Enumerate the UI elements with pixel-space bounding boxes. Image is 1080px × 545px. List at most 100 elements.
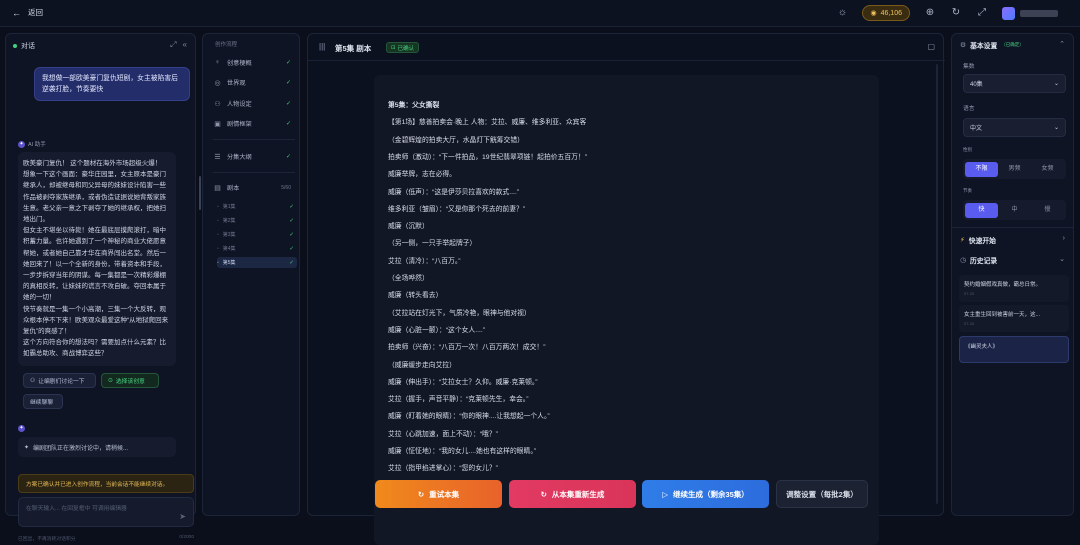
episode-heading: 第5集：父女撕裂 xyxy=(388,102,440,109)
fullscreen-icon[interactable]: ⤢ xyxy=(976,7,988,19)
step-world[interactable]: ◎ 世界观 ✓ xyxy=(213,75,295,90)
chevron-down-icon[interactable]: ⌄ xyxy=(1059,255,1065,263)
quick-start-label: 快速开始 xyxy=(968,238,996,245)
script-line: 艾拉（心跳加速，面上不动）：“哦？” xyxy=(388,430,498,438)
episode-label: 第1集 xyxy=(222,204,236,210)
add-icon[interactable]: ⊕ xyxy=(924,7,936,19)
regen-label: 从本集重新生成 xyxy=(551,489,605,499)
chat-input[interactable]: 在聊天输入... 在回复框中 可调用编辑器 ➤ xyxy=(18,497,194,527)
script-scrollbar[interactable] xyxy=(936,64,938,504)
history-title: 契约婚姻假戏真做，霸总日常。 xyxy=(964,282,1042,288)
script-line: 威廉（沉默） xyxy=(388,223,429,231)
select-label: 选择该创意 xyxy=(115,379,145,385)
script-line: （威廉缓步走向艾拉） xyxy=(388,361,456,369)
episodes-select[interactable]: 40集 ⌄ xyxy=(963,74,1066,93)
settings-icon: ⚙ xyxy=(960,42,967,49)
history-item[interactable]: 女主重生回到被害前一天，这... 07-20 xyxy=(959,305,1069,332)
adjust-settings-button[interactable]: 调整设置（每批2集） xyxy=(776,480,868,508)
episode-item[interactable]: ▫ 第3集 ✓ xyxy=(217,229,297,240)
document-icon: ▫ xyxy=(217,245,219,252)
script-document: 第5集：父女撕裂 【第1场】慈善拍卖会·晚上 人物：艾拉、威廉、维多利亚、众宾客 （… xyxy=(374,75,879,545)
theme-toggle-icon[interactable]: ☼ xyxy=(836,7,848,19)
bot-label: ✦ AI 助手 xyxy=(18,140,46,148)
check-icon: ✓ xyxy=(285,121,291,127)
discuss-label: 让编剧们讨论一下 xyxy=(38,379,85,385)
script-count: 5/60 xyxy=(281,184,291,191)
episode-item[interactable]: ▫ 第4集 ✓ xyxy=(217,243,297,254)
history-item[interactable]: 契约婚姻假戏真做，霸总日常。 07-20 xyxy=(959,275,1069,302)
continue-generate-button[interactable]: ▷ 继续生成（剩余35集） xyxy=(642,480,769,508)
document-icon: ▫ xyxy=(217,259,219,266)
user-message: 我想做一部欧美豪门复仇短剧，女主被陷害后逆袭打脸，节奏要快 xyxy=(34,67,190,101)
coin-balance[interactable]: ◉ 46,106 xyxy=(862,5,910,21)
episode-item[interactable]: ▫ 第1集 ✓ xyxy=(217,201,297,212)
script-line: 威廉（转头看去） xyxy=(388,292,443,300)
step-idea[interactable]: ♀ 创意梗概 ✓ xyxy=(213,55,295,70)
export-icon[interactable]: ▢ xyxy=(927,42,935,51)
script-line: 威廉（心脏一颤）：“这个女人....” xyxy=(388,326,486,334)
back-label: 返回 xyxy=(28,8,43,17)
footer-note: 已回显，不再消耗对话积分 xyxy=(18,537,76,542)
language-select[interactable]: 中文 ⌄ xyxy=(963,118,1066,137)
refresh-icon[interactable]: ↻ xyxy=(950,7,962,19)
episode-label: 第4集 xyxy=(222,246,236,252)
script-line: 威廉（低声）：“这是伊莎贝拉喜欢的款式....” xyxy=(388,188,520,196)
adjust-label: 调整设置（每批2集） xyxy=(786,489,858,499)
episode-item[interactable]: ▫ 第2集 ✓ xyxy=(217,215,297,226)
back-button[interactable]: ← 返回 xyxy=(12,7,43,18)
retry-label: 重试本集 xyxy=(429,489,460,499)
step-framework[interactable]: ▣ 剧情框架 ✓ xyxy=(213,116,295,131)
history-item-active[interactable]: 《幽灵夫人》 xyxy=(959,336,1069,363)
chevron-up-icon[interactable]: ⌃ xyxy=(1059,40,1065,48)
step-outline[interactable]: ☰ 分集大纲 ✓ xyxy=(213,149,295,164)
step-label: 剧本 xyxy=(227,185,240,192)
check-icon: ✓ xyxy=(285,60,291,66)
list-icon: ☰ xyxy=(214,153,221,161)
episode-label: 第5集 xyxy=(222,260,236,266)
chat-scrollbar[interactable] xyxy=(199,176,201,210)
history-time: 07-20 xyxy=(964,321,975,326)
chat-header: 对话 xyxy=(13,41,35,51)
expand-icon[interactable]: ⤢ xyxy=(170,40,176,50)
pace-option-medium[interactable]: 中 xyxy=(998,203,1031,218)
step-characters[interactable]: ⚇ 人物设定 ✓ xyxy=(213,96,295,111)
language-label: 语言 xyxy=(963,106,975,112)
chat-title: 对话 xyxy=(21,43,35,50)
document-icon: ▤ xyxy=(214,184,221,192)
top-bar: ← 返回 ☼ ◉ 46,106 ⊕ ↻ ⤢ xyxy=(0,0,1080,27)
pace-option-fast[interactable]: 快 xyxy=(965,202,998,218)
chevron-right-icon[interactable]: › xyxy=(1063,235,1065,242)
episode-label: 第2集 xyxy=(222,218,236,224)
divider xyxy=(952,227,1073,228)
play-icon: ▷ xyxy=(662,489,668,499)
document-icon: ▫ xyxy=(217,217,219,224)
avatar-image xyxy=(1002,6,1015,20)
script-line: （艾拉站在灯光下，气质冷艳，眼神与他对视） xyxy=(388,309,531,317)
send-icon[interactable]: ➤ xyxy=(179,512,186,521)
discuss-button[interactable]: ⚇ 让编剧们讨论一下 xyxy=(23,373,96,388)
select-idea-button[interactable]: ⊙ 选择该创意 xyxy=(101,373,159,388)
settings-panel: ⚙ 基本设置 （已确定） ⌃ 集数 40集 ⌄ 语言 中文 ⌄ 性别 不限 男频 女频 … xyxy=(951,33,1074,516)
pace-label: 节奏 xyxy=(963,188,972,193)
system-text: 编剧团队正在激烈讨论中，请稍候... xyxy=(33,445,129,452)
user-avatar[interactable] xyxy=(1002,6,1058,20)
quick-start-header[interactable]: ⚡ 快速开始 xyxy=(960,235,996,245)
check-icon: ✓ xyxy=(289,259,294,266)
gender-option-female[interactable]: 女频 xyxy=(1031,162,1064,177)
gender-option-male[interactable]: 男频 xyxy=(998,162,1031,177)
continue-chat-button[interactable]: 继续聊聊 xyxy=(23,394,63,409)
pace-option-slow[interactable]: 慢 xyxy=(1031,203,1064,218)
gender-option-any[interactable]: 不限 xyxy=(965,161,998,177)
script-line: 艾拉（清冷）：“八百万。” xyxy=(388,257,461,265)
regenerate-button[interactable]: ↻ 从本集重新生成 xyxy=(509,480,636,508)
script-line: （另一侧，一只手举起牌子） xyxy=(388,240,477,248)
episodes-value: 40集 xyxy=(970,82,983,88)
basic-settings-header[interactable]: ⚙ 基本设置 （已确定） xyxy=(960,40,1024,50)
step-label: 世界观 xyxy=(227,80,246,87)
step-script[interactable]: ▤ 剧本 5/60 xyxy=(213,180,295,195)
library-icon: ||| xyxy=(319,42,326,51)
retry-episode-button[interactable]: ↻ 重试本集 xyxy=(375,480,502,508)
episode-item-active[interactable]: ▫ 第5集 ✓ xyxy=(217,257,297,268)
collapse-icon[interactable]: « xyxy=(183,40,187,50)
history-header[interactable]: ◷ 历史记录 xyxy=(960,255,997,265)
